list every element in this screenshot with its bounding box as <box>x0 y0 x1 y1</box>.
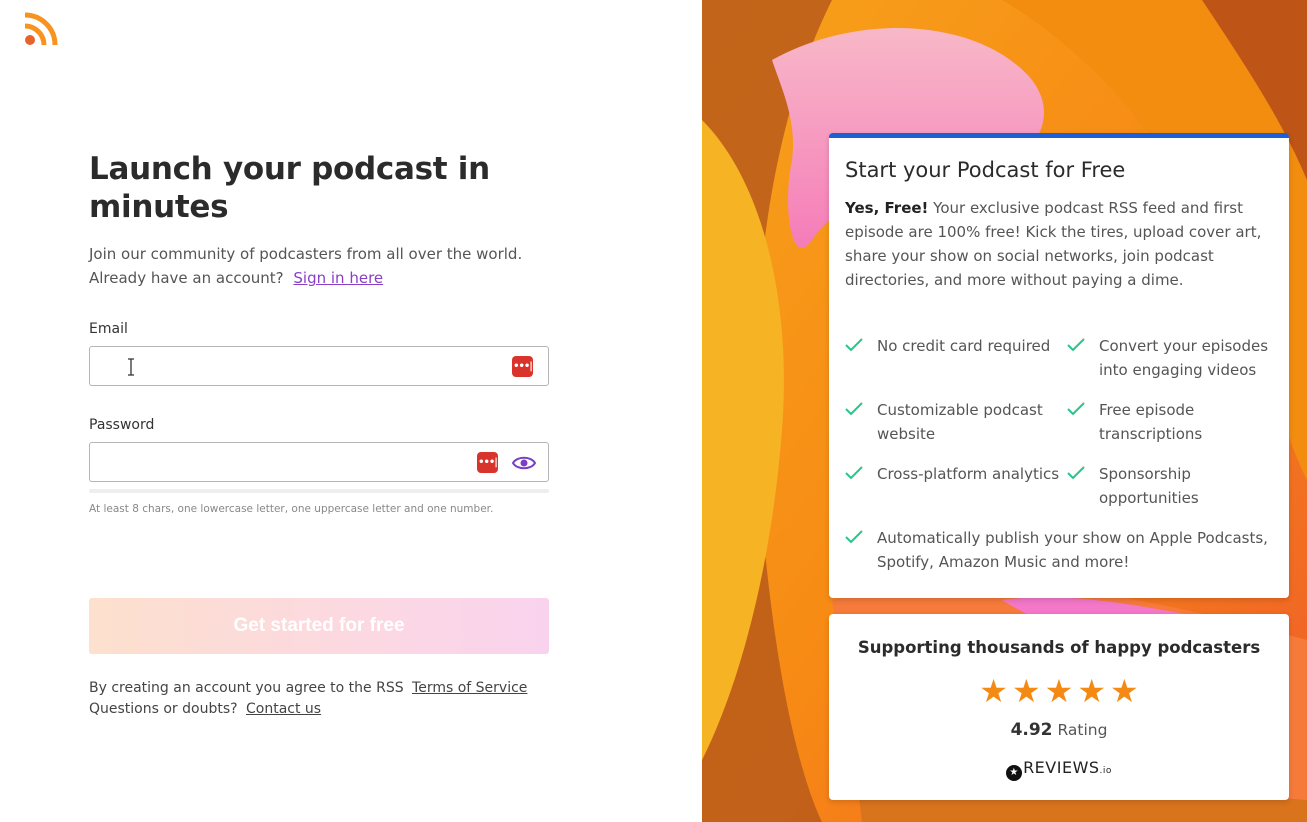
promo-card: Start your Podcast for Free Yes, Free! Y… <box>829 133 1289 598</box>
feature-item: No credit card required <box>845 334 1060 358</box>
check-icon <box>1067 338 1085 352</box>
check-icon <box>845 402 863 416</box>
feature-text: Convert your episodes into engaging vide… <box>1099 337 1269 379</box>
promo-lead-bold: Yes, Free! <box>845 199 929 217</box>
check-icon <box>1067 466 1085 480</box>
password-strength-bar <box>89 489 549 493</box>
check-icon <box>845 466 863 480</box>
rss-feed-icon[interactable] <box>24 12 58 46</box>
star-icon: ★ <box>979 672 1008 710</box>
text-cursor-icon <box>128 358 134 376</box>
password-hint: At least 8 chars, one lowercase letter, … <box>89 503 494 515</box>
terms-text: By creating an account you agree to the … <box>89 680 404 696</box>
community-text: Join our community of podcasters from al… <box>89 245 523 263</box>
questions-text: Questions or doubts? <box>89 701 238 717</box>
email-label: Email <box>89 321 128 337</box>
page-title: Launch your podcast in minutes <box>89 151 490 225</box>
star-rating: ★ ★ ★ ★ ★ <box>829 672 1289 710</box>
star-icon: ★ <box>1011 672 1041 710</box>
sign-in-link[interactable]: Sign in here <box>293 269 383 287</box>
promo-description: Yes, Free! Your exclusive podcast RSS fe… <box>845 196 1273 292</box>
password-field[interactable]: •••| <box>89 442 549 482</box>
reviews-brand-suffix: .io <box>1099 766 1112 776</box>
password-manager-icon[interactable]: •••| <box>512 356 533 377</box>
reviews-brand: REVIEWS <box>1023 758 1100 777</box>
contact-us-link[interactable]: Contact us <box>246 701 321 717</box>
feature-text: Automatically publish your show on Apple… <box>877 529 1268 571</box>
get-started-button[interactable]: Get started for free <box>89 598 549 654</box>
reviews-title: Supporting thousands of happy podcasters <box>857 638 1261 657</box>
star-icon: ★ <box>1077 672 1107 710</box>
star-icon: ★ <box>1044 672 1074 710</box>
rating-row: 4.92 Rating <box>829 720 1289 740</box>
feature-item: Cross-platform analytics <box>845 462 1060 486</box>
feature-text: Free episode transcriptions <box>1099 401 1203 443</box>
feature-text: Sponsorship opportunities <box>1099 465 1199 507</box>
reviews-io-logo[interactable]: ★ REVIEWS.io <box>829 758 1289 781</box>
terms-notice: By creating an account you agree to the … <box>89 678 527 720</box>
rating-label: Rating <box>1057 721 1108 739</box>
feature-text: Cross-platform analytics <box>877 465 1060 483</box>
feature-item: Convert your episodes into engaging vide… <box>1067 334 1282 382</box>
terms-of-service-link[interactable]: Terms of Service <box>412 680 527 696</box>
feature-text: Customizable podcast website <box>877 401 1043 443</box>
email-field[interactable]: •••| <box>89 346 549 386</box>
check-icon <box>845 530 863 544</box>
star-badge-icon: ★ <box>1006 765 1023 781</box>
password-label: Password <box>89 417 155 433</box>
account-prompt-row: Already have an account? Sign in here <box>89 266 549 290</box>
reviews-card: Supporting thousands of happy podcasters… <box>829 614 1289 800</box>
feature-item: Customizable podcast website <box>845 398 1060 446</box>
password-manager-icon[interactable]: •••| <box>477 452 498 473</box>
star-icon: ★ <box>1110 672 1139 710</box>
rating-value: 4.92 <box>1010 720 1053 740</box>
feature-item: Free episode transcriptions <box>1067 398 1282 446</box>
feature-text: No credit card required <box>877 337 1051 355</box>
eye-icon[interactable] <box>512 453 536 473</box>
check-icon <box>1067 402 1085 416</box>
feature-item: Automatically publish your show on Apple… <box>845 526 1275 574</box>
check-icon <box>845 338 863 352</box>
account-prompt: Already have an account? <box>89 269 284 287</box>
page-subtitle: Join our community of podcasters from al… <box>89 242 549 290</box>
promo-title: Start your Podcast for Free <box>845 158 1126 182</box>
feature-item: Sponsorship opportunities <box>1067 462 1282 510</box>
